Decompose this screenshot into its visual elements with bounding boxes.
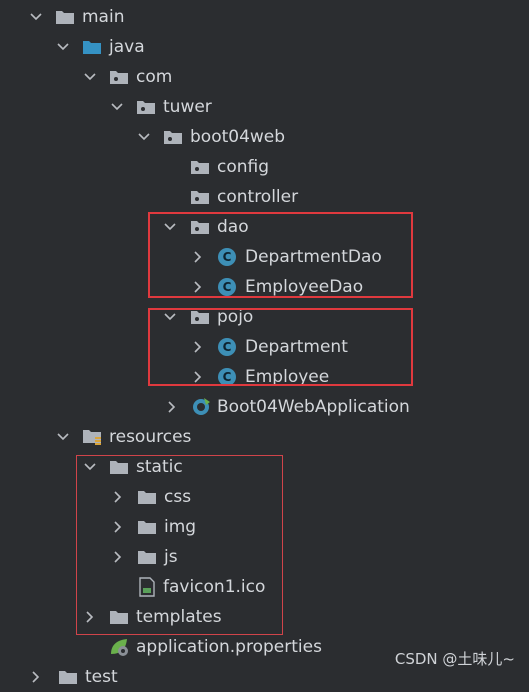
tree-label-properties: application.properties <box>136 637 322 657</box>
tree-label-test: test <box>85 667 118 687</box>
chevron-down-icon[interactable] <box>82 69 98 85</box>
tree-row-config[interactable]: config <box>0 152 529 182</box>
package-icon <box>108 68 130 86</box>
chevron-down-icon[interactable] <box>109 99 125 115</box>
tree-label-com: com <box>136 67 173 87</box>
highlight-box-dao <box>148 212 413 298</box>
watermark: CSDN @土味儿~ <box>394 650 515 668</box>
folder-icon <box>57 668 79 686</box>
tree-label-main: main <box>82 7 125 27</box>
tree-row-com[interactable]: com <box>0 62 529 92</box>
package-icon <box>135 98 157 116</box>
tree-label-tuwer: tuwer <box>163 97 212 117</box>
package-icon <box>189 188 211 206</box>
project-tree: main java com tuwer boot04web config con… <box>0 0 529 687</box>
tree-row-application-class[interactable]: Boot04WebApplication <box>0 392 529 422</box>
package-icon <box>189 158 211 176</box>
source-folder-icon <box>81 38 103 56</box>
chevron-right-icon[interactable] <box>28 669 44 685</box>
folder-icon <box>54 8 76 26</box>
tree-label-resources: resources <box>109 427 192 447</box>
tree-label-controller: controller <box>217 187 299 207</box>
highlight-box-pojo <box>148 308 413 386</box>
tree-row-main[interactable]: main <box>0 2 529 32</box>
tree-row-tuwer[interactable]: tuwer <box>0 92 529 122</box>
spring-boot-app-icon <box>190 398 212 416</box>
resources-folder-icon <box>81 428 103 446</box>
chevron-down-icon[interactable] <box>55 429 71 445</box>
highlight-box-static <box>76 455 283 635</box>
chevron-down-icon[interactable] <box>136 129 152 145</box>
package-icon <box>162 128 184 146</box>
tree-label-config: config <box>217 157 270 177</box>
spring-properties-icon <box>108 638 130 656</box>
tree-row-controller[interactable]: controller <box>0 182 529 212</box>
tree-label-boot04web: boot04web <box>190 127 286 147</box>
chevron-right-icon[interactable] <box>164 399 180 415</box>
tree-label-application-class: Boot04WebApplication <box>217 397 410 417</box>
tree-label-java: java <box>109 37 145 57</box>
tree-row-java[interactable]: java <box>0 32 529 62</box>
chevron-down-icon[interactable] <box>55 39 71 55</box>
chevron-down-icon[interactable] <box>28 9 44 25</box>
tree-row-resources[interactable]: resources <box>0 422 529 452</box>
tree-row-boot04web[interactable]: boot04web <box>0 122 529 152</box>
